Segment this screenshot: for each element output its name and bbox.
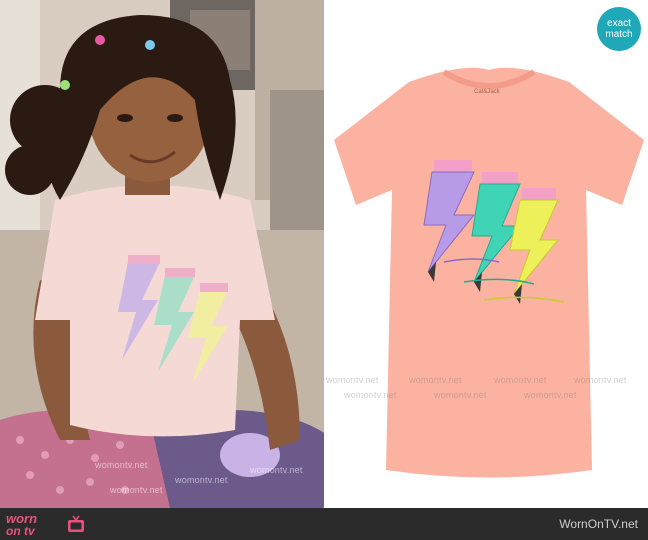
exact-match-badge: exact match: [597, 7, 641, 51]
watermark-text: womontv.net: [409, 375, 462, 385]
tv-scene-photo: womontv.net womontv.net womontv.net womo…: [0, 0, 324, 508]
watermark-text: womontv.net: [250, 465, 303, 475]
brand-tag-text: Cat&Jack: [474, 89, 501, 95]
scene-illustration: [0, 0, 324, 508]
watermark-text: womontv.net: [326, 375, 379, 385]
site-logo[interactable]: worn on tv: [6, 511, 86, 539]
badge-line-1: exact: [607, 18, 631, 29]
watermark-text: womontv.net: [344, 390, 397, 400]
watermark-text: womontv.net: [175, 475, 228, 485]
watermark-text: womontv.net: [434, 390, 487, 400]
watermark-text: womontv.net: [524, 390, 577, 400]
tv-icon: [68, 515, 84, 532]
product-photo: Cat&Jack womontv.net womontv.net womontv…: [324, 0, 648, 508]
tshirt-illustration: Cat&Jack: [334, 67, 644, 478]
watermark-text: womontv.net: [110, 485, 163, 495]
logo-text-bottom: on tv: [6, 524, 35, 538]
site-name-text[interactable]: WornOnTV.net: [559, 517, 638, 531]
watermark-text: womontv.net: [574, 375, 627, 385]
watermark-text: womontv.net: [95, 460, 148, 470]
footer-bar: worn on tv WornOnTV.net: [0, 508, 648, 540]
watermark-text: womontv.net: [494, 375, 547, 385]
badge-line-2: match: [605, 29, 633, 40]
